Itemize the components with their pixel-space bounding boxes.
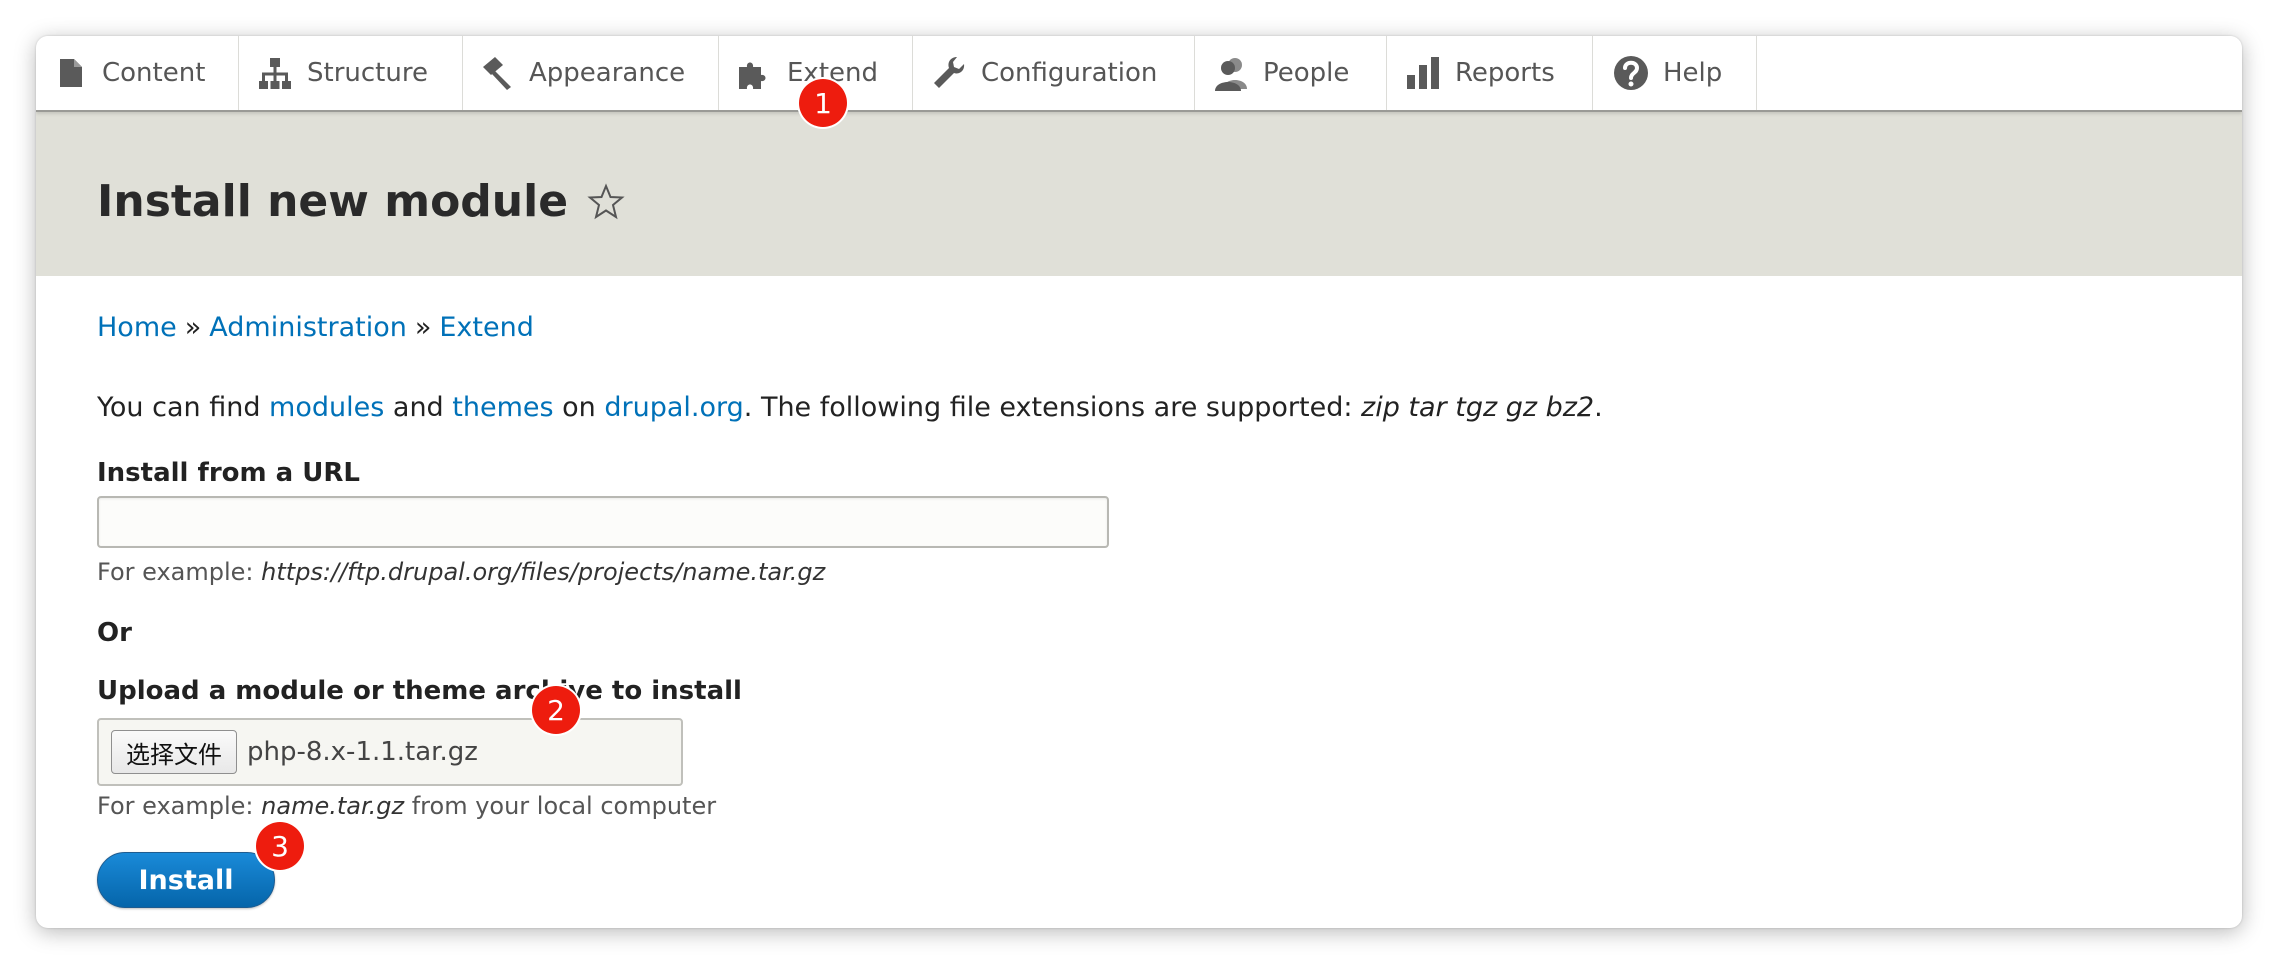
puzzle-icon [735,53,775,93]
toolbar-item-help[interactable]: Help [1593,36,1757,110]
file-upload-field[interactable]: 选择文件 php-8.x-1.1.tar.gz [97,718,683,786]
url-desc-prefix: For example: [97,558,262,586]
intro-middle: . The following file extensions are supp… [743,392,1362,423]
intro-prefix: You can find [97,392,270,423]
toolbar-item-reports[interactable]: Reports [1387,36,1593,110]
page-title: Install new module [97,176,626,227]
choose-file-button[interactable]: 选择文件 [111,730,237,774]
toolbar-item-structure[interactable]: Structure [239,36,463,110]
page-title-text: Install new module [97,176,569,227]
people-icon [1211,53,1251,93]
modules-link[interactable]: modules [269,392,384,423]
sitemap-icon [255,53,295,93]
upload-desc-example: name.tar.gz [261,792,405,820]
toolbar-item-label: Reports [1455,58,1555,88]
help-icon [1611,53,1651,93]
upload-desc-suffix: from your local computer [404,792,717,820]
intro-and: and [384,392,453,423]
bar-chart-icon [1403,53,1443,93]
star-icon[interactable] [586,182,626,222]
toolbar-item-appearance[interactable]: Appearance [463,36,719,110]
intro-text: You can find modules and themes on drupa… [97,392,1603,423]
breadcrumb: Home» Administration» Extend [97,312,534,343]
breadcrumb-extend[interactable]: Extend [439,312,534,343]
upload-desc-prefix: For example: [97,792,262,820]
toolbar-item-configuration[interactable]: Configuration [913,36,1195,110]
toolbar-item-people[interactable]: People [1195,36,1387,110]
themes-link[interactable]: themes [452,392,553,423]
intro-on: on [553,392,605,423]
toolbar-item-label: Help [1663,58,1723,88]
url-desc-example: https://ftp.drupal.org/files/projects/na… [261,558,826,586]
step-marker-2: 2 [532,686,580,734]
url-input[interactable] [97,496,1109,548]
toolbar-item-label: Configuration [981,58,1158,88]
url-field-label: Install from a URL [97,458,360,488]
install-button[interactable]: Install [97,852,275,908]
upload-field-description: For example: name.tar.gz from your local… [97,792,716,820]
page-header: Install new module [36,112,2242,276]
paint-brush-icon [477,53,517,93]
drupal-admin-window: Content Structure Appearance Extend Conf… [36,36,2242,928]
breadcrumb-home[interactable]: Home [97,312,177,343]
toolbar-item-label: Content [102,58,206,88]
toolbar-item-label: Appearance [529,58,686,88]
wrench-icon [929,53,969,93]
breadcrumb-separator: » [184,312,202,343]
breadcrumb-separator: » [414,312,432,343]
url-field-description: For example: https://ftp.drupal.org/file… [97,558,825,586]
selected-file-name: php-8.x-1.1.tar.gz [247,737,478,767]
step-marker-1: 1 [799,79,847,127]
step-marker-3: 3 [256,822,304,870]
supported-extensions: zip tar tgz gz bz2 [1361,392,1595,423]
or-label: Or [97,618,132,648]
toolbar-item-label: People [1263,58,1350,88]
document-icon [50,53,90,93]
intro-suffix: . [1594,392,1603,423]
toolbar-item-content[interactable]: Content [36,36,239,110]
breadcrumb-administration[interactable]: Administration [209,312,407,343]
upload-field-label: Upload a module or theme archive to inst… [97,676,742,706]
drupal-org-link[interactable]: drupal.org [604,392,743,423]
toolbar-item-label: Structure [307,58,428,88]
admin-toolbar: Content Structure Appearance Extend Conf… [36,36,2242,112]
